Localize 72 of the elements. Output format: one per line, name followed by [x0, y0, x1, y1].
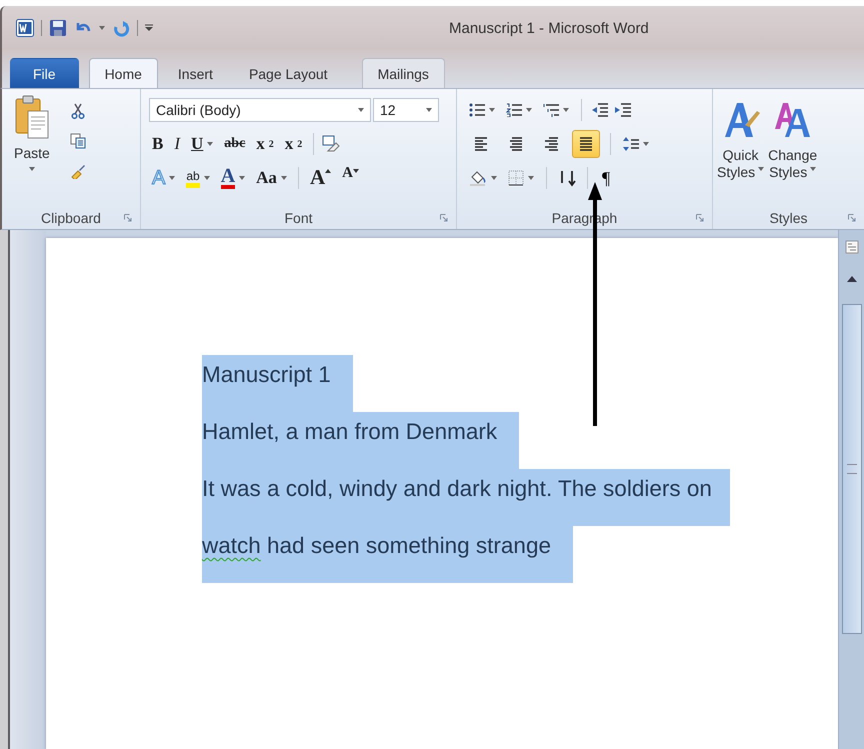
caret-icon	[280, 176, 287, 180]
format-button[interactable]: abc	[221, 131, 248, 157]
font-effect-button[interactable]: Aa	[253, 165, 290, 191]
caret-icon	[489, 108, 495, 112]
font-effect-button[interactable]: ab	[183, 165, 213, 191]
styles-button[interactable]: Quick Styles	[715, 95, 766, 207]
align-button[interactable]	[572, 130, 600, 158]
caret-icon	[28, 167, 35, 171]
caret-icon	[99, 26, 105, 30]
vertical-scrollbar[interactable]	[838, 230, 864, 749]
font-effect-button[interactable]: A	[218, 165, 248, 191]
line-spacing-icon	[623, 137, 639, 151]
font-effect-button[interactable]: A	[306, 165, 334, 191]
caret-icon	[491, 176, 497, 180]
window-title: Manuscript 1 - Microsoft Word	[449, 20, 649, 36]
caret-icon	[526, 108, 532, 112]
caret-icon	[358, 108, 364, 112]
word-logo-icon[interactable]	[16, 19, 34, 37]
show-formatting-button[interactable]: ¶	[598, 168, 614, 188]
up-triangle-icon	[325, 169, 332, 173]
alignment-icon	[509, 137, 523, 151]
ribbon-tab[interactable]: Home	[88, 58, 158, 88]
numbering-icon	[506, 103, 522, 117]
customize-toolbar-icon[interactable]	[145, 24, 153, 32]
caret-icon	[169, 176, 176, 180]
dialog-launcher-icon[interactable]	[848, 214, 856, 222]
dialog-launcher-icon[interactable]	[696, 214, 704, 222]
format-painter-icon[interactable]	[70, 163, 86, 179]
scroll-up-icon[interactable]	[846, 276, 856, 282]
dialog-launcher-icon[interactable]	[440, 214, 448, 222]
save-icon[interactable]	[49, 19, 67, 37]
font-name-field[interactable]: Calibri (Body)	[149, 98, 371, 122]
format-button[interactable]: I	[171, 131, 184, 157]
format-button[interactable]: B	[149, 131, 166, 157]
alignment-icon	[474, 137, 488, 151]
copy-icon[interactable]	[70, 133, 86, 149]
paint-bucket-icon	[469, 170, 487, 186]
bullets-icon	[469, 103, 485, 117]
increase-indent-icon[interactable]	[615, 103, 631, 117]
scroll-thumb[interactable]	[842, 304, 862, 634]
ribbon-tab[interactable]: Mailings	[362, 58, 445, 88]
borders-icon	[508, 170, 524, 186]
caret-icon	[758, 166, 764, 170]
caret-icon	[528, 176, 534, 180]
ribbon-tab[interactable]: Insert	[162, 58, 229, 88]
caret-icon	[239, 176, 246, 180]
group-label: Clipboard	[41, 210, 101, 226]
caret-icon	[563, 108, 569, 112]
ruler-toggle-icon[interactable]	[844, 240, 858, 254]
clear-formatting-icon[interactable]	[322, 135, 340, 153]
dialog-launcher-icon[interactable]	[124, 214, 132, 222]
alignment-icon	[544, 137, 558, 151]
caret-icon	[426, 108, 432, 112]
file-tab[interactable]: File	[10, 58, 79, 88]
paste-icon	[14, 95, 49, 139]
ribbon-tab[interactable]: Page Layout	[232, 58, 344, 88]
font-effect-button[interactable]: A	[339, 165, 362, 191]
down-triangle-icon	[352, 169, 359, 173]
alignment-icon	[579, 137, 593, 151]
paste-button[interactable]: Paste	[8, 93, 56, 207]
format-button[interactable]: U	[188, 131, 216, 157]
multilevel-list-icon	[543, 103, 559, 117]
styles-button[interactable]: Change Styles	[766, 95, 820, 207]
caret-icon	[643, 142, 649, 146]
caret-icon	[204, 176, 210, 180]
font-size-field[interactable]: 12	[373, 98, 439, 122]
group-label: Styles	[769, 210, 808, 226]
caret-icon	[810, 166, 816, 170]
group-label: Font	[284, 210, 312, 226]
cut-icon[interactable]	[70, 103, 86, 119]
decrease-indent-icon[interactable]	[592, 103, 608, 117]
caret-icon	[207, 142, 214, 146]
